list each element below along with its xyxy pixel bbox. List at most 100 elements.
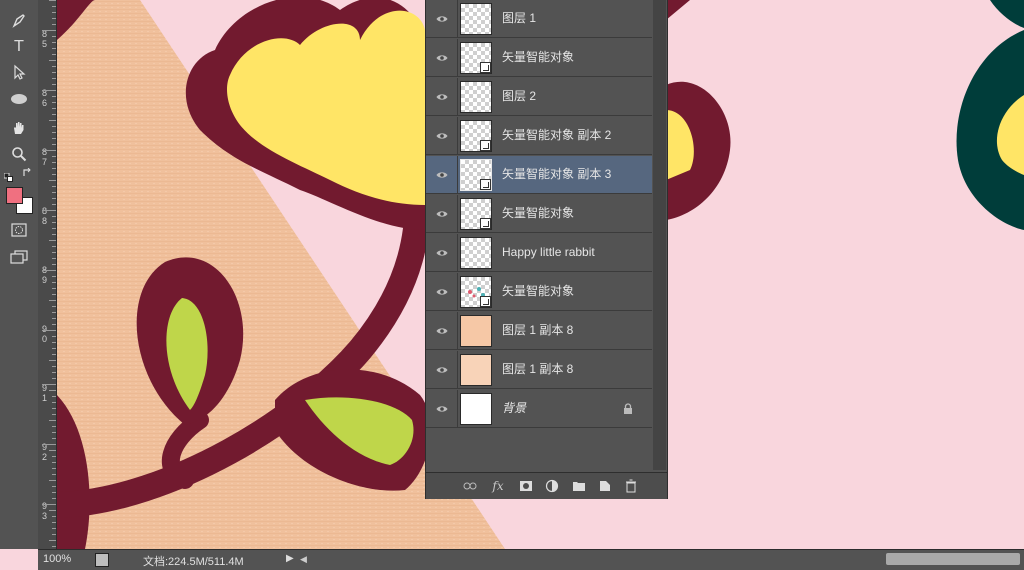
layer-name: 图层 2 — [502, 89, 537, 103]
ruler-tick — [42, 384, 56, 385]
ruler-tick — [52, 258, 56, 259]
layer-name: 矢量智能对象 副本 2 — [502, 128, 612, 142]
ruler-label: 5 — [42, 39, 48, 49]
eye-visibility-icon[interactable] — [426, 117, 458, 154]
add-mask-icon[interactable] — [517, 477, 535, 495]
pen-tool-icon[interactable] — [7, 10, 31, 30]
foreground-color-swatch[interactable] — [6, 187, 23, 204]
layer-thumbnail — [460, 354, 492, 386]
ruler-tick — [52, 66, 56, 67]
delete-layer-icon[interactable] — [622, 477, 640, 495]
ruler-tick — [52, 84, 56, 85]
ruler-tick — [52, 102, 56, 103]
ruler-tick — [52, 294, 56, 295]
ruler-tick — [52, 78, 56, 79]
layer-name: 图层 1 副本 8 — [502, 362, 574, 376]
ruler-tick — [42, 30, 56, 31]
ellipse-tool-icon[interactable] — [7, 89, 31, 109]
ruler-tick — [49, 450, 56, 451]
screen-mode-icon[interactable] — [7, 247, 31, 267]
layer-row[interactable]: 矢量智能对象 副本 2 — [426, 117, 652, 155]
ruler-tick — [52, 414, 56, 415]
ruler-tick — [49, 540, 56, 541]
ruler-label: 6 — [42, 98, 48, 108]
eye-visibility-icon[interactable] — [426, 156, 458, 193]
eye-visibility-icon[interactable] — [426, 195, 458, 232]
ruler-tick — [52, 498, 56, 499]
link-layers-icon[interactable] — [461, 477, 479, 495]
status-preview-icon[interactable] — [95, 553, 109, 567]
hand-tool-icon[interactable] — [7, 118, 31, 138]
layer-name: 矢量智能对象 — [502, 284, 575, 298]
ruler-tick — [49, 360, 56, 361]
ruler-tick — [52, 162, 56, 163]
layer-row[interactable]: Happy little rabbit — [426, 234, 652, 272]
eye-visibility-icon[interactable] — [426, 390, 458, 427]
ruler-tick — [52, 276, 56, 277]
ruler-label: 0 — [42, 334, 48, 344]
ruler-tick — [49, 390, 56, 391]
eye-visibility-icon[interactable] — [426, 351, 458, 388]
path-selection-icon[interactable] — [7, 62, 31, 82]
ruler-tick — [52, 126, 56, 127]
ruler-tick — [49, 480, 56, 481]
new-layer-icon[interactable] — [596, 477, 614, 495]
ruler-tick — [52, 378, 56, 379]
quick-mask-icon[interactable] — [7, 220, 31, 240]
new-group-icon[interactable] — [570, 477, 588, 495]
ruler-tick — [52, 282, 56, 283]
swap-colors-icon[interactable] — [22, 167, 32, 178]
zoom-level[interactable]: 100% — [43, 553, 71, 565]
adjustment-layer-icon[interactable] — [543, 477, 561, 495]
ruler-tick — [52, 354, 56, 355]
ruler-tick — [52, 198, 56, 199]
layer-thumbnail — [460, 276, 492, 308]
layer-thumbnail — [460, 237, 492, 269]
eye-visibility-icon[interactable] — [426, 39, 458, 76]
eye-visibility-icon[interactable] — [426, 0, 458, 37]
status-menu-arrow-icon[interactable]: ▶ — [286, 553, 294, 564]
ruler-tick — [49, 300, 56, 301]
eye-visibility-icon[interactable] — [426, 273, 458, 310]
layers-panel: 图层 1 矢量智能对象 图层 2 矢量智能对象 副本 2 矢量智能对象 副本 3 矢量智能… — [425, 0, 668, 499]
layer-row[interactable]: 矢量智能对象 — [426, 39, 652, 77]
layer-row[interactable]: 图层 1 副本 8 — [426, 351, 652, 389]
layer-row[interactable]: 矢量智能对象 副本 3 — [426, 156, 652, 194]
layer-row[interactable]: 矢量智能对象 — [426, 273, 652, 311]
layer-name: 矢量智能对象 副本 3 — [502, 167, 612, 181]
layer-row[interactable]: 图层 1 副本 8 — [426, 312, 652, 350]
ruler-tick — [52, 48, 56, 49]
ruler-tick — [52, 438, 56, 439]
horizontal-scrollbar-thumb[interactable] — [886, 553, 1020, 565]
ruler-tick — [52, 36, 56, 37]
layers-footer: fx — [426, 472, 667, 499]
scroll-left-arrow-icon[interactable]: ◀ — [300, 554, 307, 565]
layer-row[interactable]: 矢量智能对象 — [426, 195, 652, 233]
ruler-tick — [52, 408, 56, 409]
ruler-tick — [52, 324, 56, 325]
eye-visibility-icon[interactable] — [426, 312, 458, 349]
ruler-tick — [42, 504, 56, 505]
fx-icon[interactable]: fx — [489, 477, 507, 495]
ruler-tick — [52, 12, 56, 13]
ruler-tick — [52, 216, 56, 217]
ruler-tick — [52, 204, 56, 205]
eye-visibility-icon[interactable] — [426, 234, 458, 271]
ruler-tick — [52, 6, 56, 7]
type-tool-icon[interactable]: T — [7, 36, 31, 56]
ruler-tick — [52, 246, 56, 247]
ruler-tick — [52, 138, 56, 139]
default-colors-icon[interactable] — [3, 169, 13, 182]
layer-thumbnail — [460, 42, 492, 74]
layers-scrollbar[interactable] — [653, 0, 666, 470]
ruler-tick — [42, 330, 56, 331]
ruler-tick — [52, 312, 56, 313]
layer-row[interactable]: 图层 1 — [426, 0, 652, 38]
eye-visibility-icon[interactable] — [426, 78, 458, 115]
ruler-tick — [52, 96, 56, 97]
layer-row[interactable]: 背景 — [426, 390, 652, 428]
ruler-tick — [52, 462, 56, 463]
document-size-info: 文档:224.5M/511.4M — [143, 556, 244, 568]
layer-row[interactable]: 图层 2 — [426, 78, 652, 116]
zoom-tool-icon[interactable] — [7, 144, 31, 164]
